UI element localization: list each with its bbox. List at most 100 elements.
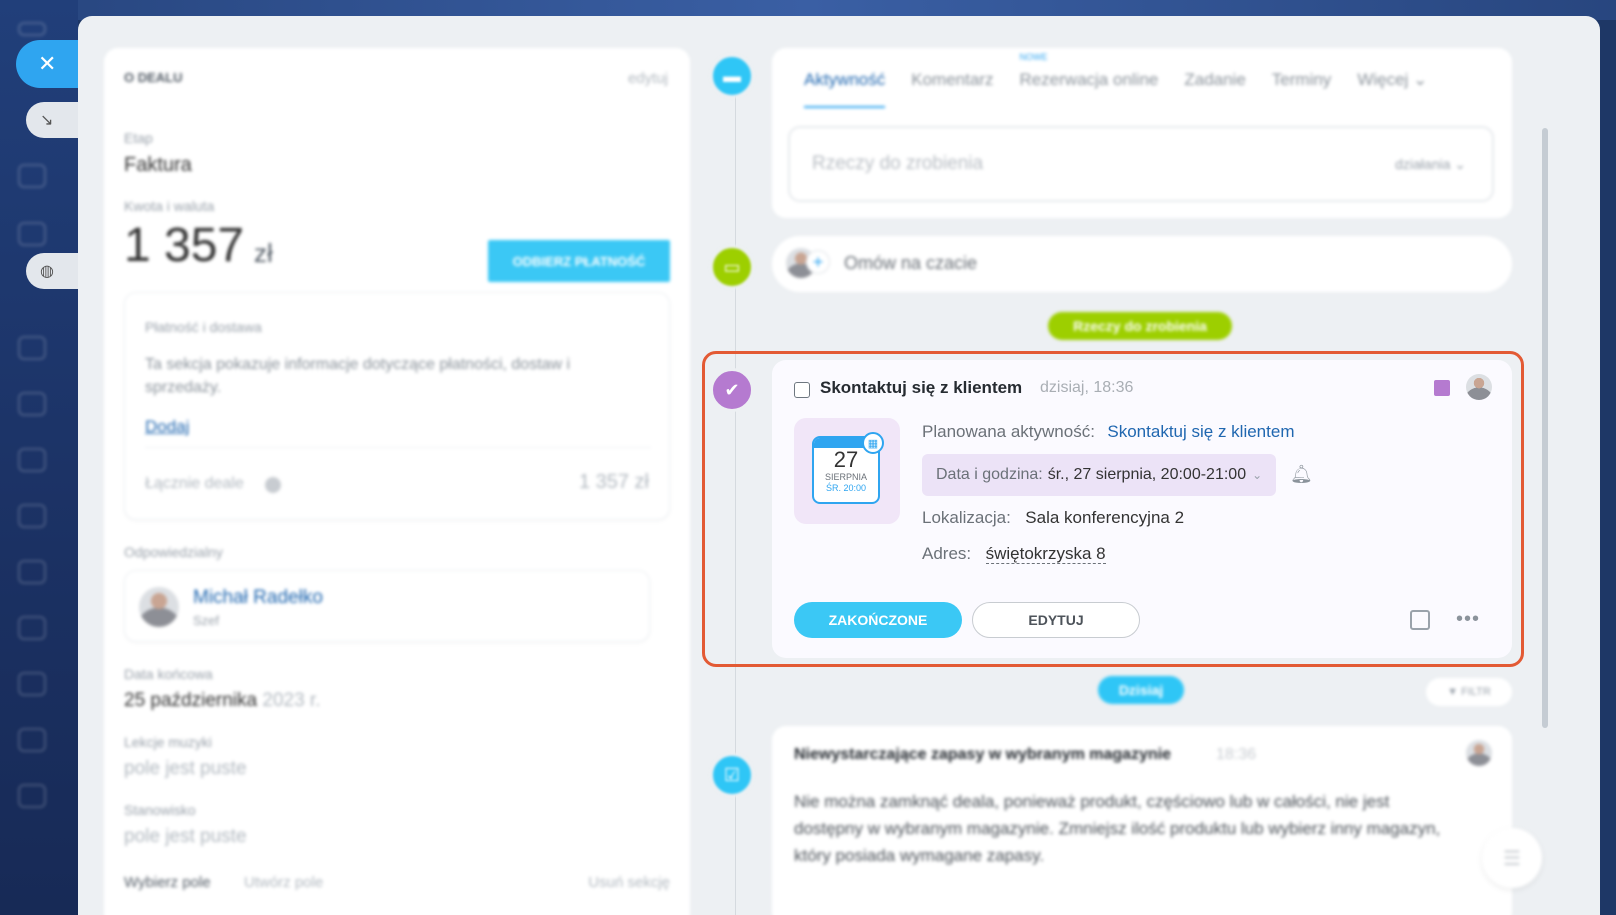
mail-icon[interactable]	[18, 336, 46, 360]
chat-icon[interactable]	[18, 164, 46, 188]
list-icon[interactable]: ☰	[1482, 828, 1542, 888]
field1-label: Lekcje muzyki	[124, 734, 212, 750]
filter-icon: ▼	[1447, 686, 1459, 698]
note-icon[interactable]	[1410, 610, 1430, 630]
avatar	[139, 587, 179, 627]
scrollbar[interactable]	[1542, 128, 1548, 728]
deal-slider: O DEALU edytuj Etap Faktura Kwota i walu…	[78, 16, 1600, 915]
notice-title: Niewystarczające zapasy w wybranym magaz…	[794, 746, 1172, 763]
todo-pill: Rzeczy do zrobienia	[1048, 312, 1232, 340]
payments-description: Ta sekcja pokazuje informacje dotyczące …	[145, 356, 571, 396]
end-date-year: 2023 r.	[262, 690, 321, 711]
todo-placeholder: Rzeczy do zrobienia	[812, 153, 984, 174]
end-date-label: Data końcowa	[124, 666, 213, 682]
actions-label: działania	[1395, 155, 1451, 172]
tab-online-booking[interactable]: NOWE Rezerwacja online	[1019, 52, 1159, 108]
chat-row[interactable]: + Omów na czacie	[772, 236, 1512, 292]
date-label: Data i godzina:	[936, 466, 1043, 483]
filter-button[interactable]: ▼ FILTR	[1426, 678, 1512, 706]
activity-composer: Aktywność Komentarz NOWE Rezerwacja onli…	[772, 48, 1512, 218]
notice-body: Nie można zamknąć deala, ponieważ produk…	[794, 792, 1441, 865]
complete-checkbox[interactable]	[794, 382, 810, 398]
planned-activity-row: Planowana aktywność: Skontaktuj się z kl…	[922, 422, 1294, 442]
minimize-tab[interactable]: ↘	[26, 102, 78, 138]
settings-icon[interactable]	[18, 728, 46, 752]
globe-icon: ◍	[40, 263, 54, 280]
document-icon[interactable]	[18, 672, 46, 696]
chat-circle-icon: ▭	[710, 245, 754, 289]
date-time-picker[interactable]: Data i godzina: śr., 27 sierpnia, 20:00-…	[922, 454, 1276, 496]
menu-icon[interactable]	[18, 22, 46, 36]
payments-title: Płatność i dostawa	[145, 319, 262, 335]
stock-notice-card: Niewystarczające zapasy w wybranym magaz…	[772, 726, 1512, 915]
select-field-link[interactable]: Wybierz pole	[124, 874, 211, 891]
activity-circle-icon: ▬	[710, 54, 754, 98]
delete-section-link[interactable]: Usuń sekcję	[588, 874, 670, 891]
payments-section: Płatność i dostawa Ta sekcja pokazuje in…	[124, 292, 670, 520]
receive-payment-button[interactable]: ODBIERZ PŁATNOŚĆ	[488, 240, 670, 282]
divider	[145, 447, 651, 448]
responsible-name[interactable]: Michał Radełko	[193, 587, 323, 609]
new-badge: NOWE	[1019, 52, 1048, 62]
tab-activity[interactable]: Aktywność	[804, 70, 886, 108]
total-value: 1 357 zł	[578, 471, 649, 493]
chart-icon[interactable]	[18, 616, 46, 640]
edit-link[interactable]: edytuj	[628, 70, 668, 87]
arrow-down-right-icon: ↘	[40, 112, 54, 129]
location-row: Lokalizacja: Sala konferencyjna 2	[922, 508, 1184, 528]
activity-time: dzisiaj, 18:36	[1040, 379, 1134, 396]
help-icon[interactable]	[265, 477, 281, 493]
close-button[interactable]: ✕	[16, 40, 78, 88]
done-button[interactable]: ZAKOŃCZONE	[794, 602, 962, 638]
chat-label: Omów na czacie	[844, 253, 978, 273]
add-link[interactable]: Dodaj	[145, 417, 189, 437]
add-icon[interactable]: +	[806, 250, 830, 274]
activity-title[interactable]: Skontaktuj się z klientem	[820, 378, 1022, 398]
responsible-card[interactable]: Michał Radełko Szef	[124, 570, 650, 642]
calendar-badge-icon: ▦	[862, 432, 884, 454]
cart-icon[interactable]	[18, 448, 46, 472]
responsible-label: Odpowiedzialny	[124, 544, 223, 560]
planned-link[interactable]: Skontaktuj się z klientem	[1107, 422, 1294, 441]
tab-more[interactable]: Więcej ⌄	[1357, 70, 1427, 108]
bell-icon[interactable]: 🔔︎	[1290, 464, 1313, 485]
store-icon[interactable]	[18, 504, 46, 528]
calendar-month: SIERPNIA	[824, 472, 867, 482]
task-circle-icon: ☑	[710, 753, 754, 797]
amount-label: Kwota i waluta	[124, 198, 215, 214]
actions-dropdown[interactable]: działania ⌄	[1395, 156, 1466, 173]
end-date-value[interactable]: 25 października 2023 r.	[124, 690, 320, 712]
planned-label: Planowana aktywność:	[922, 422, 1095, 441]
chevron-down-icon: ⌄	[1413, 70, 1428, 89]
tab-task[interactable]: Zadanie	[1184, 70, 1245, 108]
more-icon[interactable]: •••	[1456, 608, 1480, 631]
calendar-weekday-time: ŚR. 20:00	[825, 483, 867, 493]
deal-info-card: O DEALU edytuj Etap Faktura Kwota i walu…	[104, 48, 690, 915]
color-tag-icon[interactable]	[1434, 380, 1450, 396]
edit-button[interactable]: EDYTUJ	[972, 602, 1140, 638]
field1-value[interactable]: pole jest puste	[124, 758, 247, 780]
tab-comment[interactable]: Komentarz	[911, 70, 993, 108]
notice-time: 18:36	[1216, 746, 1257, 763]
tab-online-booking-label: Rezerwacja online	[1019, 70, 1159, 89]
address-row: Adres: świętokrzyska 8	[922, 544, 1106, 564]
currency: zł	[254, 238, 273, 268]
apps-icon[interactable]	[18, 784, 46, 808]
calendar-tile: 27 SIERPNIA ŚR. 20:00 ▦	[794, 418, 900, 524]
globe-tab[interactable]: ◍	[26, 253, 78, 289]
stage-value[interactable]: Faktura	[124, 154, 192, 177]
tab-deadlines[interactable]: Terminy	[1272, 70, 1332, 108]
calendar-icon[interactable]	[18, 560, 46, 584]
todo-input[interactable]: Rzeczy do zrobienia działania ⌄	[788, 126, 1494, 202]
create-field-link[interactable]: Utwórz pole	[244, 874, 323, 891]
location-label: Lokalizacja:	[922, 508, 1011, 527]
close-icon: ✕	[38, 51, 57, 76]
field2-value[interactable]: pole jest puste	[124, 826, 247, 848]
check-circle-icon: ✔	[710, 368, 754, 412]
avatar	[1466, 740, 1492, 766]
tasks-icon[interactable]	[18, 222, 46, 246]
date-value: śr., 27 sierpnia, 20:00-21:00	[1047, 466, 1247, 483]
address-value[interactable]: świętokrzyska 8	[985, 544, 1106, 564]
avatar[interactable]	[1466, 374, 1492, 400]
edit-icon[interactable]	[18, 392, 46, 416]
